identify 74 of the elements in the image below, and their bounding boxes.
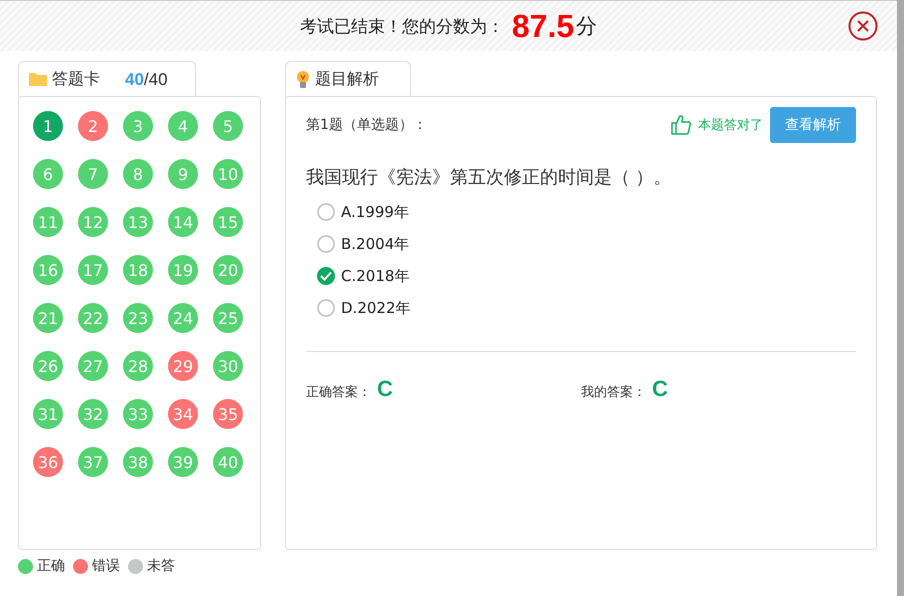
question-number[interactable]: 22	[78, 303, 108, 333]
question-number[interactable]: 26	[33, 351, 63, 381]
radio-button[interactable]	[317, 299, 335, 317]
question-number[interactable]: 30	[213, 351, 243, 381]
question-number[interactable]: 17	[78, 255, 108, 285]
result-message: 考试已结束！您的分数为：	[300, 16, 504, 38]
legend-label: 错误	[92, 557, 120, 575]
question-number[interactable]: 8	[123, 159, 153, 189]
question-number[interactable]: 3	[123, 111, 153, 141]
question-number[interactable]: 24	[168, 303, 198, 333]
option-label: A.1999年	[341, 202, 409, 222]
question-number[interactable]: 40	[213, 447, 243, 477]
tab-label: 答题卡	[52, 69, 100, 90]
question-number[interactable]: 10	[213, 159, 243, 189]
option-label: C.2018年	[341, 266, 410, 286]
option-label: B.2004年	[341, 234, 410, 254]
tab-label: 题目解析	[315, 69, 379, 90]
result-text: 本题答对了	[698, 117, 763, 134]
question-number[interactable]: 16	[33, 255, 63, 285]
view-analysis-button[interactable]: 查看解析	[770, 107, 856, 143]
legend-label: 正确	[37, 557, 65, 575]
question-number[interactable]: 36	[33, 447, 63, 477]
question-number[interactable]: 15	[213, 207, 243, 237]
question-type: 第1题（单选题）：	[306, 116, 428, 134]
question-number[interactable]: 39	[168, 447, 198, 477]
thumbs-up-icon	[670, 114, 692, 136]
question-number[interactable]: 34	[168, 399, 198, 429]
question-number[interactable]: 21	[33, 303, 63, 333]
my-answer-label: 我的答案：	[581, 384, 646, 401]
correct-answer: C	[377, 376, 393, 402]
question-number[interactable]: 23	[123, 303, 153, 333]
question-number[interactable]: 33	[123, 399, 153, 429]
question-number[interactable]: 2	[78, 111, 108, 141]
answer-card-tab[interactable]: 答题卡 40/40	[18, 61, 196, 97]
question-number[interactable]: 35	[213, 399, 243, 429]
question-number[interactable]: 12	[78, 207, 108, 237]
radio-button[interactable]	[317, 203, 335, 221]
question-number[interactable]: 19	[168, 255, 198, 285]
question-number[interactable]: 18	[123, 255, 153, 285]
answered-count: 40	[125, 70, 144, 90]
question-number[interactable]: 13	[123, 207, 153, 237]
my-answer: C	[652, 376, 668, 402]
close-button[interactable]	[848, 11, 878, 41]
question-number[interactable]: 31	[33, 399, 63, 429]
close-icon	[848, 11, 878, 41]
score: 87.5	[512, 8, 574, 44]
question-number[interactable]: 27	[78, 351, 108, 381]
question-number[interactable]: 5	[213, 111, 243, 141]
question-number[interactable]: 25	[213, 303, 243, 333]
question-number[interactable]: 1	[33, 111, 63, 141]
lightbulb-icon	[296, 70, 310, 90]
question-number[interactable]: 28	[123, 351, 153, 381]
question-number[interactable]: 38	[123, 447, 153, 477]
question-number[interactable]: 6	[33, 159, 63, 189]
option-label: D.2022年	[341, 298, 410, 318]
analysis-tab[interactable]: 题目解析	[285, 61, 411, 97]
score-unit: 分	[576, 13, 598, 40]
question-number[interactable]: 37	[78, 447, 108, 477]
question-number[interactable]: 7	[78, 159, 108, 189]
question-number[interactable]: 11	[33, 207, 63, 237]
legend-label: 未答	[147, 557, 175, 575]
question-number[interactable]: 32	[78, 399, 108, 429]
radio-button[interactable]	[317, 267, 335, 285]
question-number[interactable]: 4	[168, 111, 198, 141]
question-number[interactable]: 29	[168, 351, 198, 381]
question-number[interactable]: 20	[213, 255, 243, 285]
scrollbar[interactable]	[897, 0, 904, 596]
radio-button[interactable]	[317, 235, 335, 253]
correct-answer-label: 正确答案：	[306, 384, 371, 401]
question-text: 我国现行《宪法》第五次修正的时间是（ ）。	[306, 166, 673, 189]
folder-icon	[29, 72, 47, 87]
question-number[interactable]: 14	[168, 207, 198, 237]
question-number[interactable]: 9	[168, 159, 198, 189]
total-count: /40	[144, 70, 168, 90]
